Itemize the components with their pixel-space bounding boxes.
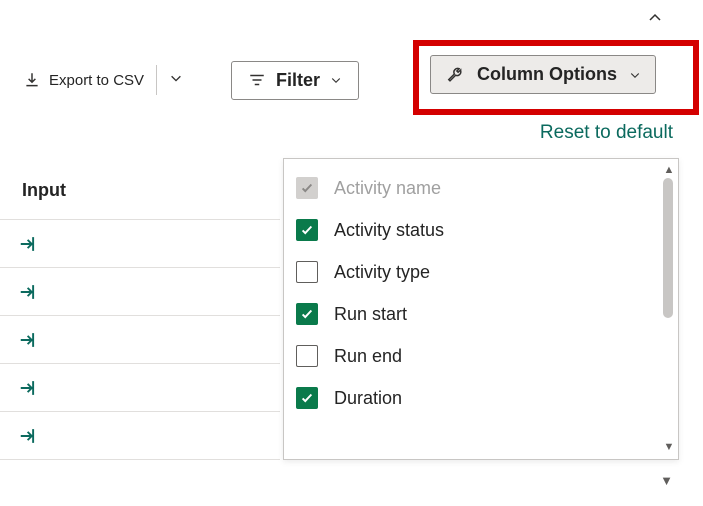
chevron-down-icon: [629, 69, 641, 81]
checkbox-icon: [296, 387, 318, 409]
wrench-icon: [445, 65, 465, 85]
checkbox-icon: [296, 261, 318, 283]
filter-icon: [248, 71, 266, 89]
column-options-label: Column Options: [477, 64, 617, 85]
column-option-activity-status[interactable]: Activity status: [284, 209, 660, 251]
column-options-button[interactable]: Column Options: [430, 55, 656, 94]
input-arrow-icon: [18, 377, 40, 399]
download-icon: [23, 71, 41, 89]
chevron-down-icon: [169, 71, 183, 85]
table-row[interactable]: [0, 412, 280, 460]
table-row[interactable]: [0, 220, 280, 268]
scrollbar-track: [660, 178, 678, 440]
column-option-activity-name: Activity name: [284, 167, 660, 209]
checkbox-icon: [296, 177, 318, 199]
checkbox-icon: [296, 303, 318, 325]
dropdown-scrollbar[interactable]: ▲ ▼: [660, 159, 678, 459]
column-option-label: Run end: [334, 346, 402, 367]
export-csv-button[interactable]: Export to CSV: [15, 65, 152, 95]
table-row[interactable]: [0, 364, 280, 412]
column-option-run-start[interactable]: Run start: [284, 293, 660, 335]
toolbar-separator: [156, 65, 157, 95]
table-row[interactable]: [0, 316, 280, 364]
export-dropdown-button[interactable]: [161, 65, 191, 95]
input-arrow-icon: [18, 329, 40, 351]
input-arrow-icon: [18, 233, 40, 255]
scroll-up-icon: ▲: [664, 163, 675, 178]
outer-scroll-down-icon: ▼: [660, 473, 673, 488]
column-option-label: Run start: [334, 304, 407, 325]
column-options-list: Activity name Activity status Activity t…: [284, 159, 660, 459]
column-header-input[interactable]: Input: [0, 170, 280, 220]
column-option-run-end[interactable]: Run end: [284, 335, 660, 377]
reset-to-default-link[interactable]: Reset to default: [540, 122, 673, 144]
filter-button[interactable]: Filter: [231, 61, 359, 100]
column-option-label: Activity status: [334, 220, 444, 241]
column-option-duration[interactable]: Duration: [284, 377, 660, 419]
column-option-activity-type[interactable]: Activity type: [284, 251, 660, 293]
checkbox-icon: [296, 345, 318, 367]
scrollbar-thumb[interactable]: [663, 178, 673, 318]
checkbox-icon: [296, 219, 318, 241]
column-options-dropdown: Activity name Activity status Activity t…: [283, 158, 679, 460]
chevron-up-icon: [647, 10, 663, 26]
chevron-down-icon: [330, 74, 342, 86]
table-row[interactable]: [0, 268, 280, 316]
reset-label: Reset to default: [540, 122, 673, 143]
scroll-down-icon: ▼: [664, 440, 675, 455]
export-csv-label: Export to CSV: [49, 72, 144, 89]
input-arrow-icon: [18, 425, 40, 447]
data-table: Input: [0, 170, 280, 460]
filter-label: Filter: [276, 70, 320, 91]
collapse-up-button[interactable]: [647, 10, 663, 30]
column-option-label: Activity type: [334, 262, 430, 283]
input-arrow-icon: [18, 281, 40, 303]
column-option-label: Activity name: [334, 178, 441, 199]
column-option-label: Duration: [334, 388, 402, 409]
